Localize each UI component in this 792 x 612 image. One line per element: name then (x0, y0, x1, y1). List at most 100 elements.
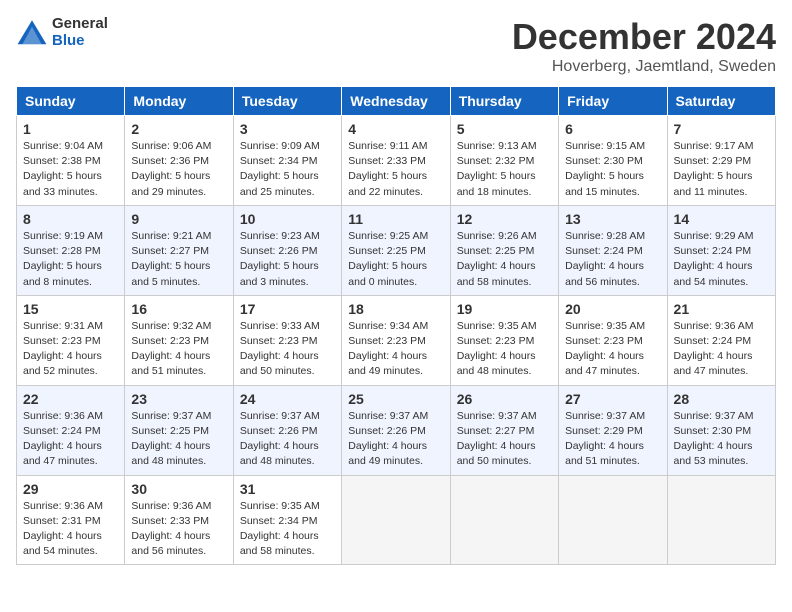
title-area: December 2024 Hoverberg, Jaemtland, Swed… (512, 16, 776, 76)
day-info: Sunrise: 9:29 AM Sunset: 2:24 PM Dayligh… (674, 229, 769, 290)
day-number: 24 (240, 391, 335, 407)
day-number: 30 (131, 481, 226, 497)
day-cell: 30 Sunrise: 9:36 AM Sunset: 2:33 PM Dayli… (125, 475, 233, 565)
day-cell (559, 475, 667, 565)
day-cell: 5 Sunrise: 9:13 AM Sunset: 2:32 PM Daylig… (450, 116, 558, 206)
day-cell: 15Sunrise: 9:31 AM Sunset: 2:23 PM Dayli… (17, 295, 125, 385)
day-info: Sunrise: 9:36 AM Sunset: 2:33 PM Dayligh… (131, 499, 226, 560)
page-header: General Blue December 2024 Hoverberg, Ja… (16, 16, 776, 76)
week-row-2: 8 Sunrise: 9:19 AM Sunset: 2:28 PM Daylig… (17, 205, 776, 295)
day-info: Sunrise: 9:21 AM Sunset: 2:27 PM Dayligh… (131, 229, 226, 290)
day-cell (342, 475, 450, 565)
day-info: Sunrise: 9:09 AM Sunset: 2:34 PM Dayligh… (240, 139, 335, 200)
day-cell: 26Sunrise: 9:37 AM Sunset: 2:27 PM Dayli… (450, 385, 558, 475)
logo: General Blue (16, 16, 108, 49)
day-info: Sunrise: 9:35 AM Sunset: 2:34 PM Dayligh… (240, 499, 335, 560)
logo-general-text: General (52, 16, 108, 33)
day-info: Sunrise: 9:37 AM Sunset: 2:26 PM Dayligh… (240, 409, 335, 470)
day-cell: 20 Sunrise: 9:35 AM Sunset: 2:23 PM Dayli… (559, 295, 667, 385)
day-info: Sunrise: 9:04 AM Sunset: 2:38 PM Dayligh… (23, 139, 118, 200)
day-info: Sunrise: 9:17 AM Sunset: 2:29 PM Dayligh… (674, 139, 769, 200)
day-number: 3 (240, 121, 335, 137)
day-info: Sunrise: 9:31 AM Sunset: 2:23 PM Dayligh… (23, 319, 118, 380)
day-info: Sunrise: 9:26 AM Sunset: 2:25 PM Dayligh… (457, 229, 552, 290)
day-cell: 14 Sunrise: 9:29 AM Sunset: 2:24 PM Dayli… (667, 205, 775, 295)
day-cell: 11Sunrise: 9:25 AM Sunset: 2:25 PM Dayli… (342, 205, 450, 295)
day-number: 22 (23, 391, 118, 407)
day-cell: 28Sunrise: 9:37 AM Sunset: 2:30 PM Dayli… (667, 385, 775, 475)
day-cell: 4 Sunrise: 9:11 AM Sunset: 2:33 PM Daylig… (342, 116, 450, 206)
day-number: 20 (565, 301, 660, 317)
day-cell: 2 Sunrise: 9:06 AM Sunset: 2:36 PM Daylig… (125, 116, 233, 206)
logo-icon (16, 17, 48, 49)
calendar-table: SundayMondayTuesdayWednesdayThursdayFrid… (16, 86, 776, 565)
day-cell (667, 475, 775, 565)
day-number: 25 (348, 391, 443, 407)
day-number: 31 (240, 481, 335, 497)
day-cell: 19 Sunrise: 9:35 AM Sunset: 2:23 PM Dayli… (450, 295, 558, 385)
day-cell: 9Sunrise: 9:21 AM Sunset: 2:27 PM Daylig… (125, 205, 233, 295)
day-number: 26 (457, 391, 552, 407)
weekday-header-row: SundayMondayTuesdayWednesdayThursdayFrid… (17, 87, 776, 116)
day-number: 2 (131, 121, 226, 137)
week-row-1: 1 Sunrise: 9:04 AM Sunset: 2:38 PM Daylig… (17, 116, 776, 206)
day-cell: 23Sunrise: 9:37 AM Sunset: 2:25 PM Dayli… (125, 385, 233, 475)
day-info: Sunrise: 9:35 AM Sunset: 2:23 PM Dayligh… (457, 319, 552, 380)
day-cell: 8 Sunrise: 9:19 AM Sunset: 2:28 PM Daylig… (17, 205, 125, 295)
week-row-5: 29Sunrise: 9:36 AM Sunset: 2:31 PM Dayli… (17, 475, 776, 565)
day-cell: 21 Sunrise: 9:36 AM Sunset: 2:24 PM Dayli… (667, 295, 775, 385)
day-info: Sunrise: 9:37 AM Sunset: 2:29 PM Dayligh… (565, 409, 660, 470)
day-number: 4 (348, 121, 443, 137)
day-cell: 25 Sunrise: 9:37 AM Sunset: 2:26 PM Dayli… (342, 385, 450, 475)
weekday-header-friday: Friday (559, 87, 667, 116)
day-info: Sunrise: 9:25 AM Sunset: 2:25 PM Dayligh… (348, 229, 443, 290)
day-number: 10 (240, 211, 335, 227)
day-info: Sunrise: 9:33 AM Sunset: 2:23 PM Dayligh… (240, 319, 335, 380)
day-info: Sunrise: 9:36 AM Sunset: 2:24 PM Dayligh… (23, 409, 118, 470)
week-row-3: 15Sunrise: 9:31 AM Sunset: 2:23 PM Dayli… (17, 295, 776, 385)
weekday-header-saturday: Saturday (667, 87, 775, 116)
day-number: 6 (565, 121, 660, 137)
location-title: Hoverberg, Jaemtland, Sweden (512, 58, 776, 76)
day-cell: 1 Sunrise: 9:04 AM Sunset: 2:38 PM Daylig… (17, 116, 125, 206)
week-row-4: 22 Sunrise: 9:36 AM Sunset: 2:24 PM Dayli… (17, 385, 776, 475)
day-info: Sunrise: 9:28 AM Sunset: 2:24 PM Dayligh… (565, 229, 660, 290)
day-info: Sunrise: 9:36 AM Sunset: 2:24 PM Dayligh… (674, 319, 769, 380)
day-cell: 3 Sunrise: 9:09 AM Sunset: 2:34 PM Daylig… (233, 116, 341, 206)
day-info: Sunrise: 9:37 AM Sunset: 2:26 PM Dayligh… (348, 409, 443, 470)
weekday-header-sunday: Sunday (17, 87, 125, 116)
day-number: 5 (457, 121, 552, 137)
day-info: Sunrise: 9:35 AM Sunset: 2:23 PM Dayligh… (565, 319, 660, 380)
day-info: Sunrise: 9:19 AM Sunset: 2:28 PM Dayligh… (23, 229, 118, 290)
day-cell: 12 Sunrise: 9:26 AM Sunset: 2:25 PM Dayli… (450, 205, 558, 295)
day-number: 19 (457, 301, 552, 317)
day-cell: 7Sunrise: 9:17 AM Sunset: 2:29 PM Daylig… (667, 116, 775, 206)
day-cell: 31 Sunrise: 9:35 AM Sunset: 2:34 PM Dayli… (233, 475, 341, 565)
day-number: 16 (131, 301, 226, 317)
weekday-header-thursday: Thursday (450, 87, 558, 116)
logo-blue-text: Blue (52, 33, 108, 50)
day-cell: 6 Sunrise: 9:15 AM Sunset: 2:30 PM Daylig… (559, 116, 667, 206)
day-info: Sunrise: 9:06 AM Sunset: 2:36 PM Dayligh… (131, 139, 226, 200)
logo-text: General Blue (52, 16, 108, 49)
day-number: 28 (674, 391, 769, 407)
day-info: Sunrise: 9:13 AM Sunset: 2:32 PM Dayligh… (457, 139, 552, 200)
weekday-header-monday: Monday (125, 87, 233, 116)
day-info: Sunrise: 9:11 AM Sunset: 2:33 PM Dayligh… (348, 139, 443, 200)
day-info: Sunrise: 9:23 AM Sunset: 2:26 PM Dayligh… (240, 229, 335, 290)
day-info: Sunrise: 9:15 AM Sunset: 2:30 PM Dayligh… (565, 139, 660, 200)
day-cell: 10 Sunrise: 9:23 AM Sunset: 2:26 PM Dayli… (233, 205, 341, 295)
day-cell (450, 475, 558, 565)
day-number: 8 (23, 211, 118, 227)
day-cell: 27Sunrise: 9:37 AM Sunset: 2:29 PM Dayli… (559, 385, 667, 475)
weekday-header-wednesday: Wednesday (342, 87, 450, 116)
day-cell: 13 Sunrise: 9:28 AM Sunset: 2:24 PM Dayli… (559, 205, 667, 295)
month-title: December 2024 (512, 16, 776, 58)
day-number: 14 (674, 211, 769, 227)
day-info: Sunrise: 9:37 AM Sunset: 2:25 PM Dayligh… (131, 409, 226, 470)
day-number: 1 (23, 121, 118, 137)
day-number: 21 (674, 301, 769, 317)
day-number: 13 (565, 211, 660, 227)
day-number: 12 (457, 211, 552, 227)
day-cell: 17Sunrise: 9:33 AM Sunset: 2:23 PM Dayli… (233, 295, 341, 385)
